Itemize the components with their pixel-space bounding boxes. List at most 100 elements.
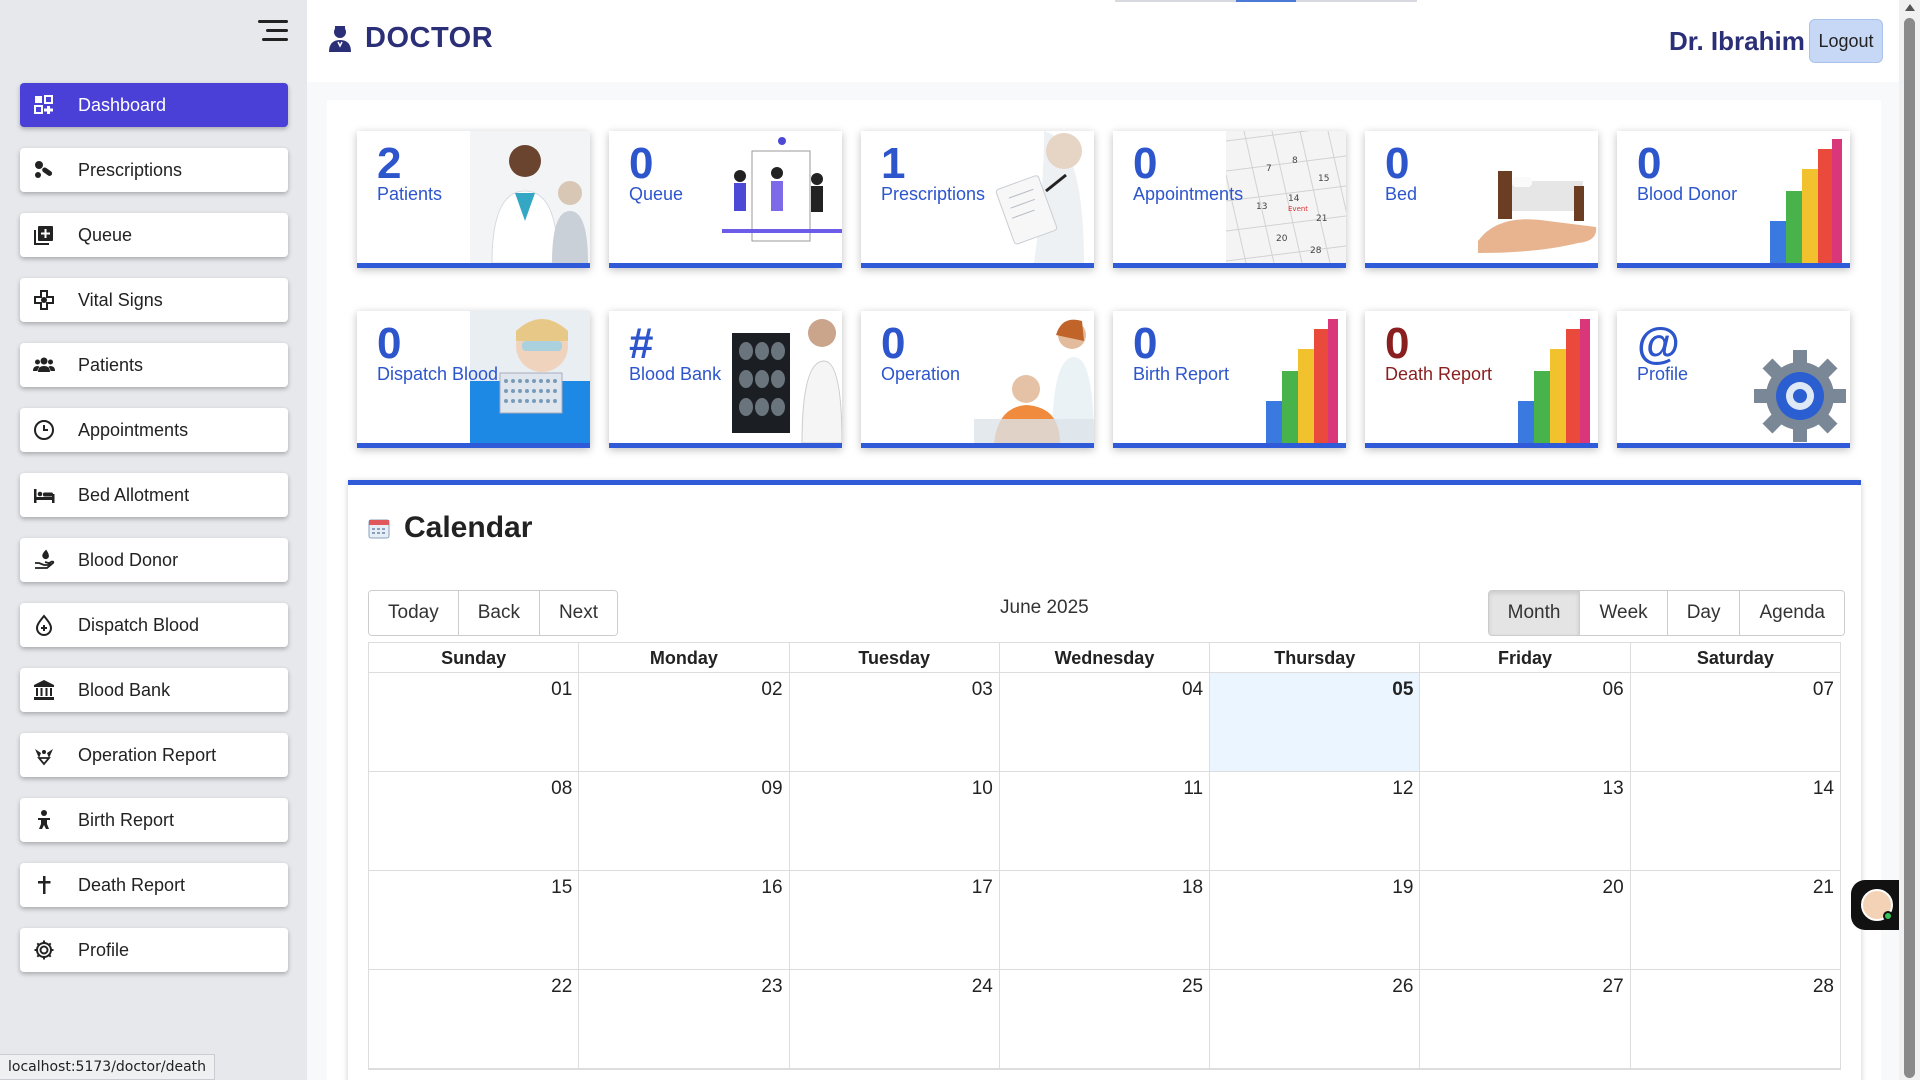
scroll-up-arrow-icon[interactable] [1905, 4, 1915, 11]
sidebar-item-patients[interactable]: Patients [20, 343, 288, 387]
day-number[interactable]: 26 [1392, 976, 1413, 997]
day-number[interactable]: 24 [972, 976, 993, 997]
stat-card-death-report[interactable]: 0 Death Report [1365, 311, 1598, 448]
day-cell[interactable]: 09 [579, 772, 790, 870]
stat-card-appointments[interactable]: 7 8 15 13 14 21 20 28 Event 0 Appointments [1113, 131, 1346, 268]
day-cell[interactable]: 12 [1210, 772, 1421, 870]
sidebar-item-vital-signs[interactable]: Vital Signs [20, 278, 288, 322]
hamburger-menu-icon[interactable] [258, 20, 288, 42]
day-number[interactable]: 10 [972, 778, 993, 799]
stat-card-prescriptions[interactable]: 1 Prescriptions [861, 131, 1094, 268]
day-cell[interactable]: 14 [1631, 772, 1840, 870]
day-cell[interactable]: 22 [369, 970, 580, 1068]
day-cell[interactable]: 20 [1420, 871, 1631, 969]
stat-card-dispatch-blood[interactable]: 0 Dispatch Blood [357, 311, 590, 448]
status-bar-url: localhost:5173/doctor/death [0, 1054, 216, 1080]
sidebar-item-dashboard[interactable]: Dashboard [20, 83, 288, 127]
day-cell[interactable]: 18 [1000, 871, 1211, 969]
sidebar-item-label: Birth Report [78, 809, 175, 830]
sidebar-nav: Dashboard Prescriptions Queue Vital Signs Pa… [20, 83, 288, 993]
day-number[interactable]: 21 [1813, 877, 1834, 898]
day-number[interactable]: 15 [551, 877, 572, 898]
online-status-dot [1883, 911, 1893, 921]
day-cell[interactable]: 21 [1631, 871, 1840, 969]
logout-button[interactable]: Logout [1809, 19, 1883, 63]
sidebar-item-death-report[interactable]: Death Report [20, 863, 288, 907]
day-cell[interactable]: 10 [790, 772, 1000, 870]
stat-card-bed[interactable]: 0 Bed [1365, 131, 1598, 268]
day-number[interactable]: 04 [1182, 679, 1203, 700]
stat-card-patients[interactable]: 2 Patients [357, 131, 590, 268]
day-cell[interactable]: 17 [790, 871, 1000, 969]
sidebar-item-prescriptions[interactable]: Prescriptions [20, 148, 288, 192]
day-number[interactable]: 22 [551, 976, 572, 997]
stat-card-operation[interactable]: 0 Operation [861, 311, 1094, 448]
day-cell[interactable]: 07 [1631, 673, 1840, 771]
day-cell[interactable]: 19 [1210, 871, 1421, 969]
sidebar-item-blood-bank[interactable]: Blood Bank [20, 668, 288, 712]
stat-card-label: Profile [1637, 364, 1689, 384]
day-number[interactable]: 06 [1603, 679, 1624, 700]
stat-card-profile[interactable]: @ Profile [1617, 311, 1850, 448]
sidebar-item-blood-donor[interactable]: Blood Donor [20, 538, 288, 582]
sidebar-item-profile[interactable]: Profile [20, 928, 288, 972]
sidebar-item-birth-report[interactable]: Birth Report [20, 798, 288, 842]
day-number[interactable]: 19 [1392, 877, 1413, 898]
day-cell[interactable]: 11 [1000, 772, 1211, 870]
scrollbar-thumb[interactable] [1904, 18, 1915, 1078]
day-number[interactable]: 17 [972, 877, 993, 898]
day-number[interactable]: 01 [551, 679, 572, 700]
day-number[interactable]: 08 [551, 778, 572, 799]
stat-card-queue[interactable]: 0 Queue [609, 131, 842, 268]
stat-card-blood-donor[interactable]: 0 Blood Donor [1617, 131, 1850, 268]
sidebar-item-queue[interactable]: Queue [20, 213, 288, 257]
calendar-view-week-button[interactable]: Week [1580, 591, 1668, 635]
stat-card-birth-report[interactable]: 0 Birth Report [1113, 311, 1346, 448]
day-number[interactable]: 03 [972, 679, 993, 700]
day-cell[interactable]: 28 [1631, 970, 1840, 1068]
day-number[interactable]: 18 [1182, 877, 1203, 898]
day-number[interactable]: 27 [1603, 976, 1624, 997]
calendar-view-day-button[interactable]: Day [1667, 591, 1741, 635]
day-number[interactable]: 13 [1603, 778, 1624, 799]
day-cell[interactable]: 01 [369, 673, 580, 771]
day-number[interactable]: 05 [1392, 679, 1413, 700]
day-number[interactable]: 11 [1183, 778, 1203, 799]
day-cell[interactable]: 27 [1420, 970, 1631, 1068]
day-cell[interactable]: 26 [1210, 970, 1421, 1068]
day-number[interactable]: 14 [1813, 778, 1834, 799]
sidebar-item-dispatch-blood[interactable]: Dispatch Blood [20, 603, 288, 647]
calendar-view-agenda-button[interactable]: Agenda [1740, 591, 1844, 635]
day-cell[interactable]: 25 [1000, 970, 1211, 1068]
sidebar-item-operation-report[interactable]: Operation Report [20, 733, 288, 777]
day-cell[interactable]: 23 [579, 970, 790, 1068]
day-number[interactable]: 02 [761, 679, 782, 700]
day-number[interactable]: 09 [761, 778, 782, 799]
day-cell-today[interactable]: 05 [1210, 673, 1421, 771]
day-cell[interactable]: 02 [579, 673, 790, 771]
day-cell[interactable]: 24 [790, 970, 1000, 1068]
day-cell[interactable]: 06 [1420, 673, 1631, 771]
calendar-today-button[interactable]: Today [369, 591, 459, 635]
day-cell[interactable]: 13 [1420, 772, 1631, 870]
day-cell[interactable]: 03 [790, 673, 1000, 771]
sidebar-item-appointments[interactable]: Appointments [20, 408, 288, 452]
day-cell[interactable]: 04 [1000, 673, 1211, 771]
day-number[interactable]: 07 [1813, 679, 1834, 700]
day-cell[interactable]: 08 [369, 772, 580, 870]
sidebar-item-bed-allotment[interactable]: Bed Allotment [20, 473, 288, 517]
day-number[interactable]: 28 [1813, 976, 1834, 997]
day-cell[interactable]: 15 [369, 871, 580, 969]
calendar-view-month-button[interactable]: Month [1488, 591, 1581, 635]
calendar-next-button[interactable]: Next [539, 591, 618, 635]
day-number[interactable]: 20 [1603, 877, 1624, 898]
stat-card-blood-bank[interactable]: # Blood Bank [609, 311, 842, 448]
day-number[interactable]: 23 [761, 976, 782, 997]
day-number[interactable]: 16 [761, 877, 782, 898]
chat-widget-button[interactable] [1851, 880, 1903, 930]
day-number[interactable]: 12 [1392, 778, 1413, 799]
page-scrollbar[interactable] [1899, 0, 1920, 1080]
day-cell[interactable]: 16 [579, 871, 790, 969]
day-number[interactable]: 25 [1182, 976, 1203, 997]
calendar-back-button[interactable]: Back [458, 591, 540, 635]
